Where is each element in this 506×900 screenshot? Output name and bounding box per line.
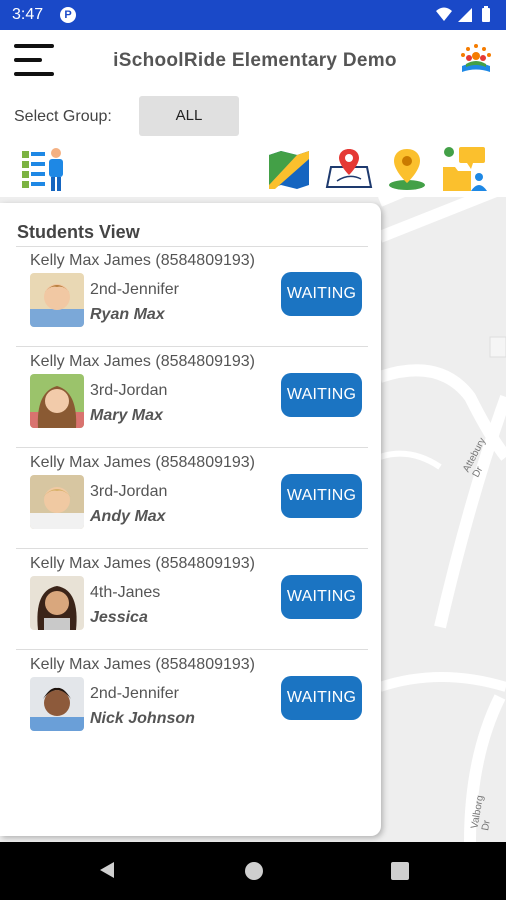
app-header: iSchoolRide Elementary Demo	[0, 30, 506, 90]
wifi-icon	[436, 7, 452, 21]
map-location-icon[interactable]	[325, 145, 373, 193]
student-photo	[30, 273, 84, 327]
student-card[interactable]: Kelly Max James (8584809193) 3rd-Jordan …	[0, 347, 381, 448]
student-grade: 3rd-Jordan	[90, 382, 168, 399]
group-selector: Select Group: ALL	[0, 92, 506, 142]
parent-contact: Kelly Max James (8584809193)	[30, 252, 256, 269]
student-grade: 2nd-Jennifer	[90, 685, 179, 702]
recent-apps-icon[interactable]	[391, 862, 409, 880]
status-button[interactable]: WAITING	[281, 373, 362, 417]
contacts-folder-icon[interactable]	[441, 145, 489, 193]
notification-icon: P	[60, 7, 76, 23]
school-logo-icon	[461, 44, 491, 72]
group-label: Select Group:	[14, 108, 112, 125]
student-photo	[30, 475, 84, 529]
student-grade: 2nd-Jennifer	[90, 281, 179, 298]
parent-contact: Kelly Max James (8584809193)	[30, 555, 256, 572]
app-title: iSchoolRide Elementary Demo	[113, 50, 397, 71]
parent-contact: Kelly Max James (8584809193)	[30, 656, 256, 673]
status-button[interactable]: WAITING	[281, 575, 362, 619]
student-name: Nick Johnson	[90, 710, 195, 727]
map-icon[interactable]	[265, 145, 313, 193]
student-name: Andy Max	[90, 508, 166, 525]
student-name: Jessica	[90, 609, 148, 626]
status-button[interactable]: WAITING	[281, 474, 362, 518]
student-card[interactable]: Kelly Max James (8584809193) 2nd-Jennife…	[0, 650, 381, 751]
system-status-icons	[436, 6, 490, 22]
back-icon[interactable]	[98, 860, 116, 880]
battery-icon	[482, 8, 490, 22]
toolbar	[0, 145, 506, 197]
student-grade: 3rd-Jordan	[90, 483, 168, 500]
location-pin-icon[interactable]	[383, 145, 431, 193]
menu-icon[interactable]	[14, 44, 54, 76]
parent-contact: Kelly Max James (8584809193)	[30, 353, 256, 370]
clock: 3:47	[12, 6, 44, 23]
student-card[interactable]: Kelly Max James (8584809193) 4th-Janes J…	[0, 549, 381, 650]
student-name: Ryan Max	[90, 306, 165, 323]
signal-icon	[458, 8, 472, 22]
panel-title: Students View	[17, 222, 140, 242]
navigation-bar	[0, 842, 506, 900]
student-photo	[30, 677, 84, 731]
status-button[interactable]: WAITING	[281, 676, 362, 720]
home-icon[interactable]	[245, 862, 263, 880]
student-list-icon[interactable]	[20, 145, 68, 193]
student-card[interactable]: Kelly Max James (8584809193) 3rd-Jordan …	[0, 448, 381, 549]
status-button[interactable]: WAITING	[281, 272, 362, 316]
student-photo	[30, 576, 84, 630]
student-name: Mary Max	[90, 407, 163, 424]
student-grade: 4th-Janes	[90, 584, 161, 601]
status-bar: 3:47 P	[0, 0, 506, 30]
group-select-button[interactable]: ALL	[139, 96, 239, 136]
student-photo	[30, 374, 84, 428]
student-card[interactable]: Kelly Max James (8584809193) 2nd-Jennife…	[0, 246, 381, 347]
students-panel: Students View Kelly Max James (858480919…	[0, 203, 381, 836]
parent-contact: Kelly Max James (8584809193)	[30, 454, 256, 471]
